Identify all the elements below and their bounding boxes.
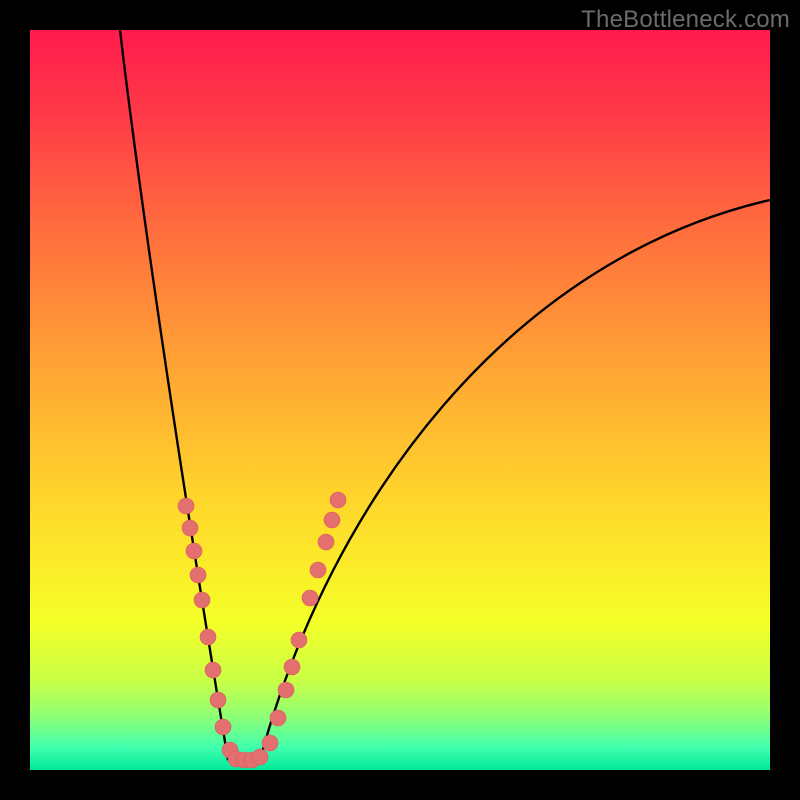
marker-dot — [302, 590, 318, 606]
marker-dot — [291, 632, 307, 648]
marker-dot — [278, 682, 294, 698]
marker-dot — [330, 492, 346, 508]
marker-dot — [252, 749, 268, 765]
marker-dot — [318, 534, 334, 550]
marker-dot — [215, 719, 231, 735]
markers — [178, 492, 346, 768]
marker-dot — [284, 659, 300, 675]
curve-right — [260, 200, 770, 760]
marker-dot — [190, 567, 206, 583]
marker-dot — [205, 662, 221, 678]
plot-area — [30, 30, 770, 770]
marker-dot — [210, 692, 226, 708]
marker-dot — [182, 520, 198, 536]
marker-dot — [324, 512, 340, 528]
bottleneck-curve — [30, 30, 770, 770]
marker-dot — [200, 629, 216, 645]
marker-dot — [262, 735, 278, 751]
marker-dot — [270, 710, 286, 726]
watermark-text: TheBottleneck.com — [581, 6, 790, 34]
marker-dot — [178, 498, 194, 514]
marker-dot — [310, 562, 326, 578]
marker-dot — [186, 543, 202, 559]
marker-dot — [194, 592, 210, 608]
chart-frame: TheBottleneck.com — [0, 0, 800, 800]
curve-left — [120, 30, 228, 760]
